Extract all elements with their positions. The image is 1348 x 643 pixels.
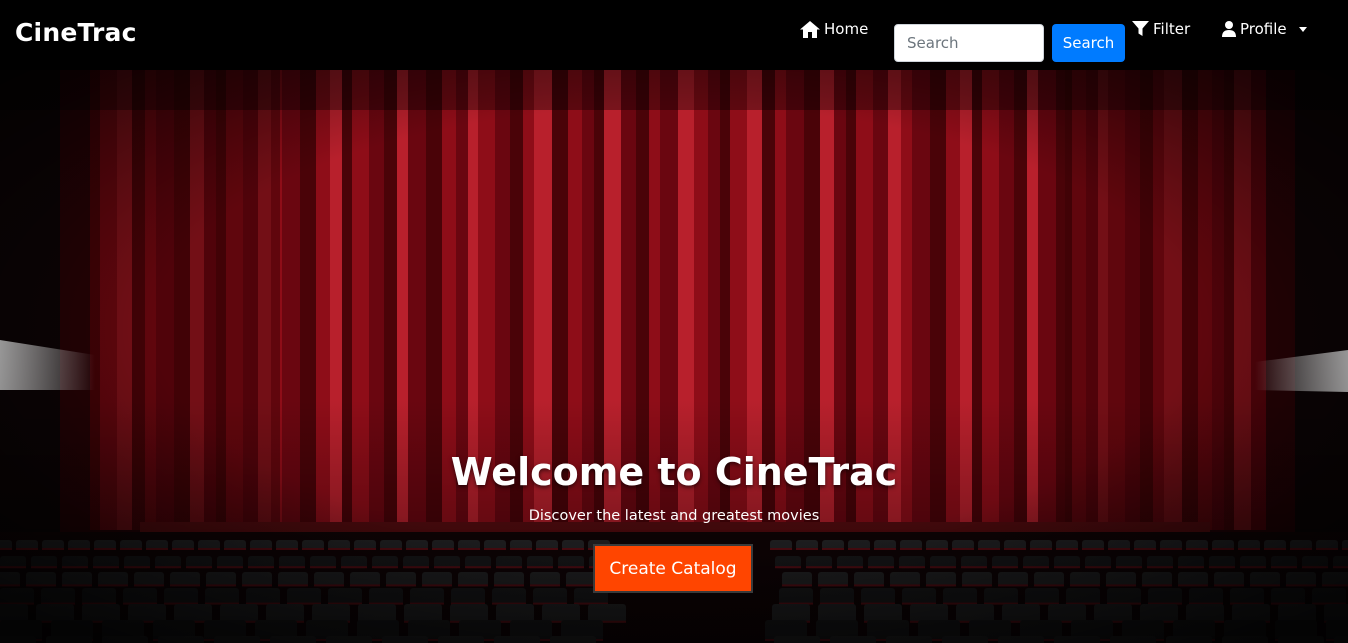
nav-profile-label: Profile (1240, 20, 1287, 38)
nav-filter-link[interactable]: Filter (1132, 18, 1190, 40)
hero-section: Welcome to CineTrac Discover the latest … (0, 70, 1348, 643)
nav-profile-dropdown[interactable]: Profile (1222, 18, 1307, 40)
hero-title: Welcome to CineTrac (450, 450, 898, 494)
nav-home-link[interactable]: Home (800, 18, 868, 40)
user-icon (1222, 21, 1236, 37)
create-catalog-button[interactable]: Create Catalog (593, 544, 753, 593)
nav-filter-label: Filter (1153, 20, 1191, 38)
nav-home-label: Home (824, 20, 869, 38)
navbar: CineTrac Home Search Filter Profile (0, 0, 1348, 70)
search-input[interactable] (894, 24, 1044, 62)
search-button[interactable]: Search (1052, 24, 1125, 62)
caret-down-icon (1298, 26, 1307, 32)
brand-logo[interactable]: CineTrac (15, 18, 137, 47)
home-icon (800, 20, 820, 38)
hero-subtitle: Discover the latest and greatest movies (528, 508, 820, 524)
filter-icon (1132, 21, 1149, 36)
